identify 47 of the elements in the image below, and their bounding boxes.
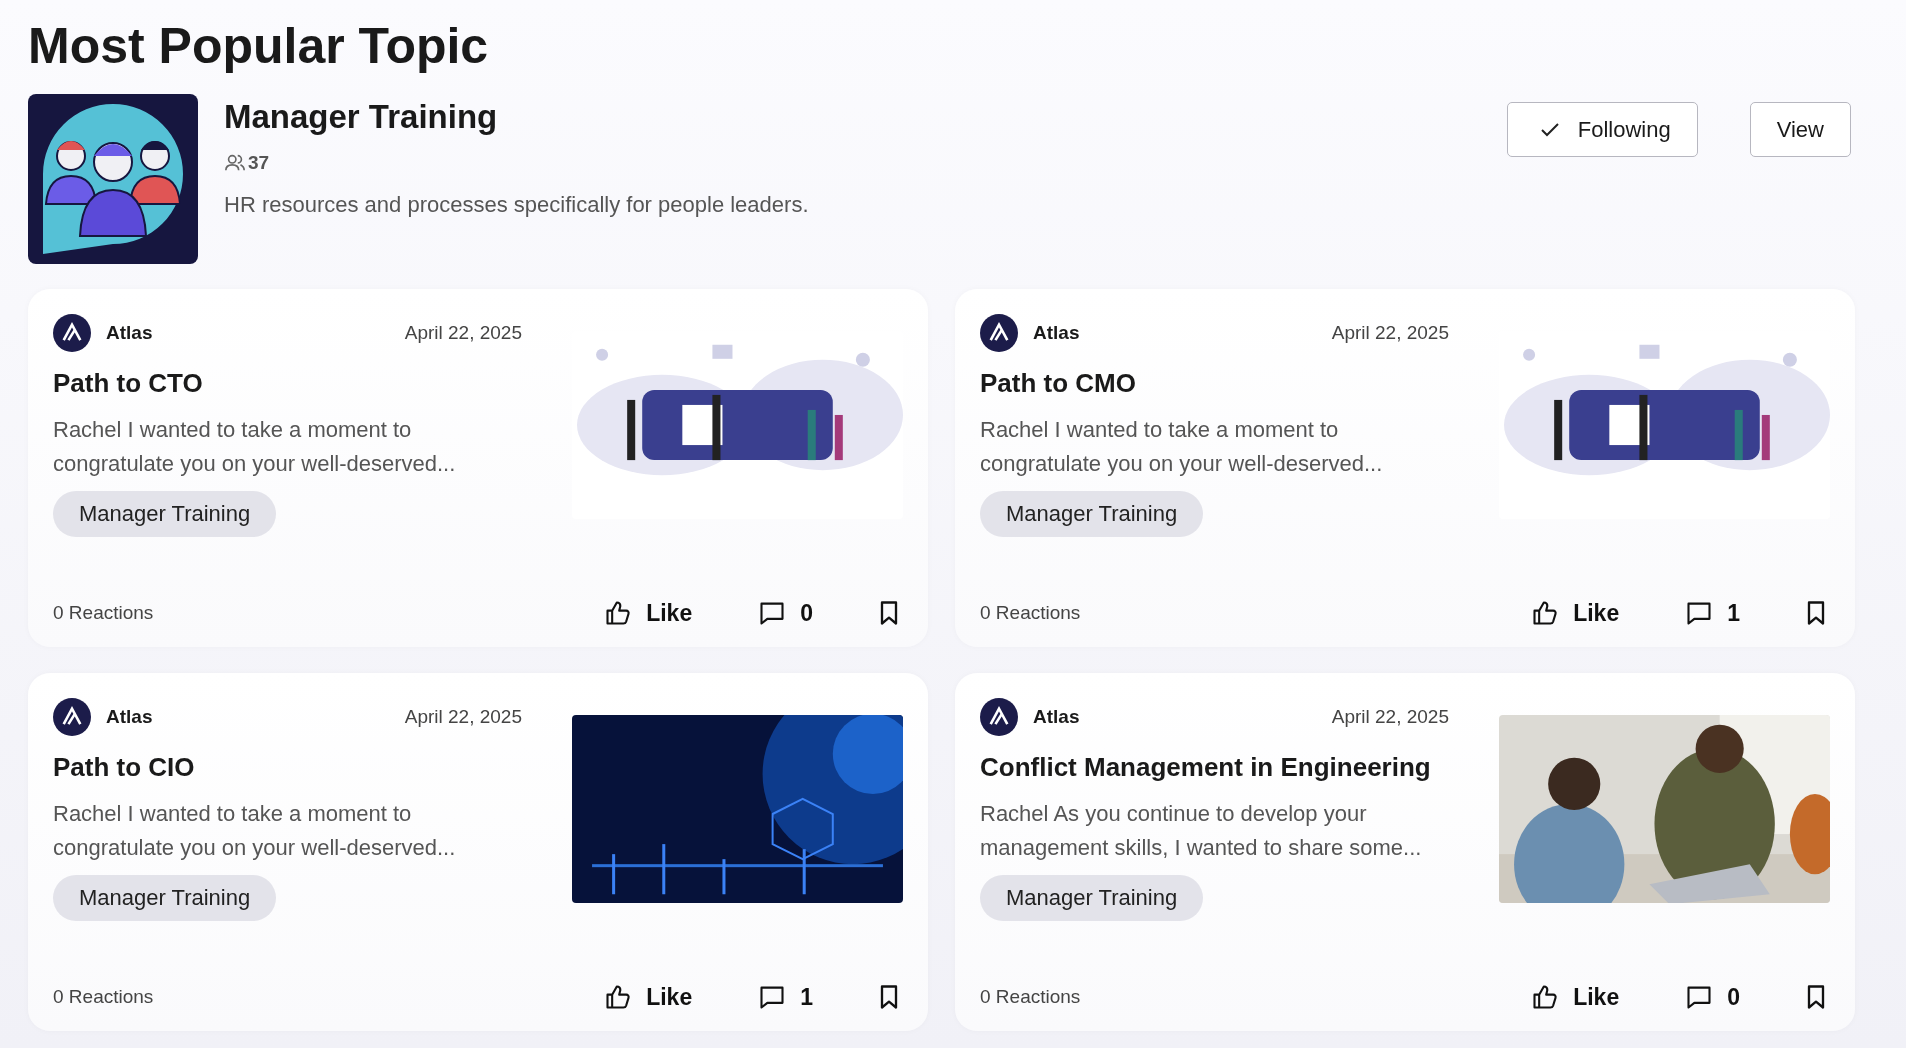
topic-title: Manager Training	[224, 98, 499, 136]
comment-button[interactable]: 1	[758, 983, 813, 1011]
like-button[interactable]: Like	[1531, 983, 1620, 1011]
author-name: Atlas	[106, 322, 154, 344]
thumbs-up-icon	[1531, 599, 1560, 627]
logo-icon	[53, 314, 91, 352]
reaction-count: 0 Reactions	[980, 986, 1082, 1008]
post-excerpt: Rachel I wanted to take a moment to congratulate you on your well-deserved...	[980, 416, 1384, 478]
thumbs-up-icon	[604, 983, 633, 1011]
author-name: Atlas	[1033, 706, 1081, 728]
thumbs-up-icon	[604, 599, 633, 627]
people-group-icon	[28, 94, 198, 264]
post-title[interactable]: Path to CIO	[53, 752, 522, 783]
topic-tag[interactable]: Manager Training	[980, 875, 1204, 921]
post-title[interactable]: Path to CTO	[53, 368, 522, 399]
comment-button[interactable]: 0	[758, 599, 813, 627]
like-button[interactable]: Like	[604, 983, 693, 1011]
logo-icon	[980, 698, 1018, 736]
author-name: Atlas	[106, 706, 154, 728]
like-button[interactable]: Like	[1531, 599, 1620, 627]
reaction-count: 0 Reactions	[980, 602, 1082, 624]
thumbs-up-icon	[1531, 983, 1560, 1011]
post-date: April 22, 2025	[1331, 706, 1449, 728]
following-button[interactable]: Following	[1506, 102, 1698, 157]
page-title: Most Popular Topic	[28, 17, 490, 76]
author-name: Atlas	[1033, 322, 1081, 344]
comment-button[interactable]: 0	[1685, 983, 1740, 1011]
post-excerpt: Rachel I wanted to take a moment to congratulate you on your well-deserved...	[53, 800, 457, 862]
post-excerpt: Rachel I wanted to take a moment to congratulate you on your well-deserved...	[53, 416, 457, 478]
member-count: 37	[248, 152, 270, 174]
post-date: April 22, 2025	[404, 322, 522, 344]
comment-button[interactable]: 1	[1685, 599, 1740, 627]
topic-tag[interactable]: Manager Training	[53, 491, 277, 537]
like-button[interactable]: Like	[604, 599, 693, 627]
post-date: April 22, 2025	[404, 706, 522, 728]
topic-tag[interactable]: Manager Training	[980, 491, 1204, 537]
reaction-count: 0 Reactions	[53, 602, 155, 624]
topic-tag[interactable]: Manager Training	[53, 875, 277, 921]
view-button[interactable]: View	[1749, 102, 1851, 157]
logo-icon	[53, 698, 91, 736]
post-title[interactable]: Path to CMO	[980, 368, 1449, 399]
reaction-count: 0 Reactions	[53, 986, 155, 1008]
topic-description: HR resources and processes specifically for people leaders.	[224, 192, 810, 218]
logo-icon	[980, 314, 1018, 352]
post-excerpt: Rachel As you continue to develop your management skills, I wanted to share some...	[980, 800, 1423, 862]
post-date: April 22, 2025	[1331, 322, 1449, 344]
post-title[interactable]: Conflict Management in Engineering	[980, 752, 1449, 783]
